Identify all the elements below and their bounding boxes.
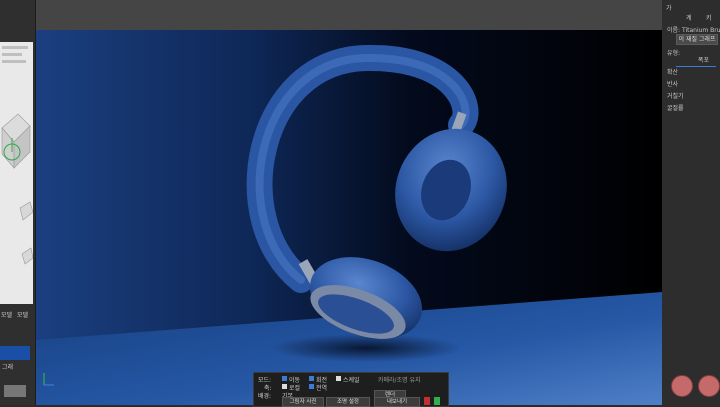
- tab-label[interactable]: 키: [706, 13, 712, 22]
- record-swatch[interactable]: [424, 397, 430, 405]
- selected-item-bar[interactable]: [0, 346, 30, 360]
- material-name: 이름: Titanium Brushed: [667, 27, 720, 34]
- ior-label: 굴절률: [667, 105, 684, 112]
- left-label: 그래: [2, 364, 14, 371]
- type-value: 폭포: [698, 57, 710, 64]
- record-button-secondary[interactable]: [698, 375, 720, 397]
- move-checkbox[interactable]: [282, 376, 287, 381]
- scale-checkbox[interactable]: [336, 376, 341, 381]
- export-button[interactable]: 내보내기: [374, 397, 420, 407]
- render-viewport[interactable]: [36, 30, 662, 405]
- properties-panel: 가 계 키 이름: Titanium Brushed 유형: 확산 반사 거칠기…: [662, 0, 720, 405]
- left-tab[interactable]: 모델: [17, 312, 28, 320]
- scene-panel: 모델 모델 그래: [0, 0, 36, 405]
- type-field[interactable]: 폭포: [676, 57, 716, 67]
- top-bar: [0, 0, 720, 30]
- transform-toolbar: 모드: 이동 회전 스케일 카메라/조명 유지 축: 로컬 전역 배경: 기본 …: [253, 372, 449, 407]
- lighting-settings-button[interactable]: 조명 설정: [326, 397, 370, 407]
- swatch-button[interactable]: [4, 385, 26, 397]
- shadow-photo-button[interactable]: 그림자 사진: [282, 397, 324, 407]
- material-graph-button[interactable]: 이 재질 그래프: [676, 34, 718, 45]
- tab-label[interactable]: 계: [686, 13, 692, 22]
- background-label: 배경:: [258, 393, 272, 400]
- scale-label: 스케일: [343, 377, 360, 384]
- type-label: 유형:: [667, 50, 681, 57]
- record-button[interactable]: [671, 375, 693, 397]
- roughness-label: 거칠기: [667, 93, 684, 100]
- local-checkbox[interactable]: [282, 384, 287, 389]
- tab-label[interactable]: 가: [666, 3, 672, 12]
- axis-gizmo-icon: [43, 373, 54, 386]
- left-tab[interactable]: 모델: [1, 312, 12, 320]
- diffuse-label: 확산: [667, 69, 679, 76]
- scene-preview[interactable]: [0, 42, 33, 304]
- scene-wireframe: [1, 113, 33, 265]
- global-checkbox[interactable]: [309, 384, 314, 389]
- reflect-label: 반사: [667, 81, 679, 88]
- global-label: 전역: [316, 385, 328, 392]
- ok-swatch[interactable]: [434, 397, 440, 405]
- rotate-checkbox[interactable]: [309, 376, 314, 381]
- toolbar-note: 카메라/조명 유지: [378, 377, 421, 384]
- rendered-scene: [36, 30, 662, 405]
